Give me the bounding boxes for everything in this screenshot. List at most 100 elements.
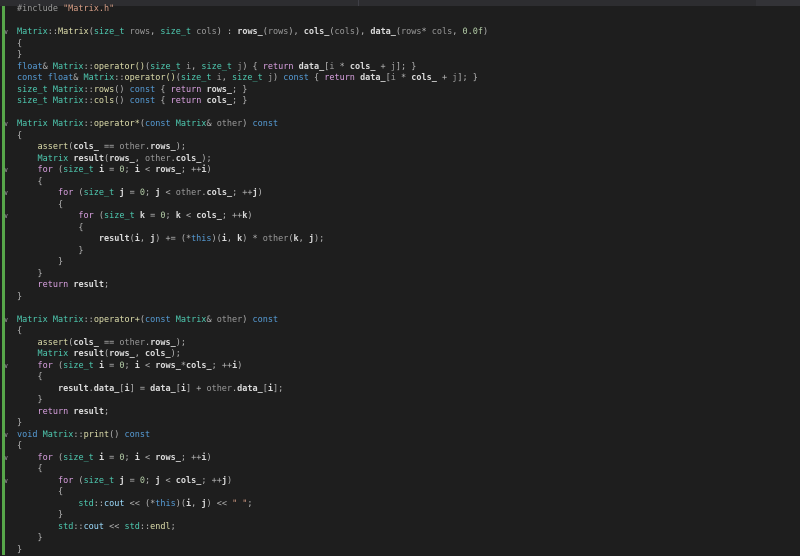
code-line[interactable]: size_t Matrix::rows() const { return row… bbox=[0, 85, 800, 97]
code-token: return bbox=[171, 85, 202, 95]
code-line[interactable]: result.data_[i] = data_[i] + other.data_… bbox=[0, 384, 800, 396]
code-line[interactable]: Matrix result(rows_, cols_); bbox=[0, 349, 800, 361]
code-line[interactable]: ∨void Matrix::print() const bbox=[0, 430, 800, 442]
fold-chevron-icon[interactable]: ∨ bbox=[4, 188, 12, 200]
code-token: & bbox=[43, 62, 53, 72]
code-line[interactable]: ∨ for (size_t j = 0; j < cols_; ++j) bbox=[0, 476, 800, 488]
code-line[interactable] bbox=[0, 16, 800, 28]
fold-chevron-icon[interactable]: ∨ bbox=[4, 361, 12, 373]
code-token: const bbox=[130, 85, 156, 95]
code-line[interactable]: ∨ for (size_t k = 0; k < cols_; ++k) bbox=[0, 211, 800, 223]
code-line[interactable]: std::cout << std::endl; bbox=[0, 522, 800, 534]
fold-chevron-icon[interactable]: ∨ bbox=[4, 165, 12, 177]
code-token: for bbox=[58, 188, 73, 198]
code-line[interactable]: assert(cols_ == other.rows_); bbox=[0, 338, 800, 350]
code-line[interactable]: #include "Matrix.h" bbox=[0, 4, 800, 16]
code-token: result bbox=[73, 280, 104, 290]
code-token: size_t bbox=[17, 85, 48, 95]
fold-chevron-icon[interactable]: ∨ bbox=[4, 476, 12, 488]
code-line[interactable]: ∨ for (size_t i = 0; i < rows_*cols_; ++… bbox=[0, 361, 800, 373]
code-line[interactable]: { bbox=[0, 326, 800, 338]
code-line[interactable]: ∨ for (size_t i = 0; i < rows_; ++i) bbox=[0, 165, 800, 177]
code-line[interactable]: } bbox=[0, 257, 800, 269]
code-line[interactable]: ∨ for (size_t j = 0; j < other.cols_; ++… bbox=[0, 188, 800, 200]
code-line[interactable]: { bbox=[0, 464, 800, 476]
code-line[interactable]: } bbox=[0, 545, 800, 556]
code-line[interactable]: { bbox=[0, 39, 800, 51]
code-token: return bbox=[171, 96, 202, 106]
code-line[interactable]: ∨Matrix Matrix::operator*(const Matrix& … bbox=[0, 119, 800, 131]
code-token: result bbox=[73, 154, 104, 164]
code-line[interactable]: } bbox=[0, 246, 800, 258]
code-line[interactable]: { bbox=[0, 372, 800, 384]
code-line[interactable] bbox=[0, 303, 800, 315]
code-token: { bbox=[17, 372, 43, 382]
code-line[interactable]: } bbox=[0, 510, 800, 522]
code-token: } bbox=[17, 418, 22, 428]
code-token: return bbox=[263, 62, 294, 72]
code-token: data_ bbox=[237, 384, 263, 394]
code-editor[interactable]: #include "Matrix.h"∨Matrix::Matrix(size_… bbox=[0, 4, 800, 556]
code-line[interactable]: assert(cols_ == other.rows_); bbox=[0, 142, 800, 154]
code-line[interactable]: ∨Matrix Matrix::operator+(const Matrix& … bbox=[0, 315, 800, 327]
fold-chevron-icon[interactable]: ∨ bbox=[4, 119, 12, 131]
code-token: = bbox=[104, 361, 119, 371]
code-line[interactable]: } bbox=[0, 50, 800, 62]
fold-chevron-icon[interactable]: ∨ bbox=[4, 453, 12, 465]
code-line[interactable]: ∨Matrix::Matrix(size_t rows, size_t cols… bbox=[0, 27, 800, 39]
code-token: data_ bbox=[94, 384, 120, 394]
code-line[interactable]: { bbox=[0, 177, 800, 189]
code-line[interactable]: { bbox=[0, 200, 800, 212]
code-token: return bbox=[37, 280, 68, 290]
fold-chevron-icon[interactable]: ∨ bbox=[4, 315, 12, 327]
code-line[interactable]: const float& Matrix::operator()(size_t i… bbox=[0, 73, 800, 85]
fold-chevron-icon[interactable]: ∨ bbox=[4, 211, 12, 223]
code-token: " " bbox=[232, 499, 247, 509]
code-line[interactable]: } bbox=[0, 533, 800, 545]
code-token: size_t bbox=[63, 361, 94, 371]
code-token: :: bbox=[73, 430, 83, 440]
code-token: ; } bbox=[232, 96, 247, 106]
code-token: cols_ bbox=[206, 96, 232, 106]
code-token: , bbox=[222, 73, 232, 83]
code-line[interactable]: size_t Matrix::cols() const { return col… bbox=[0, 96, 800, 108]
code-token: } bbox=[17, 50, 22, 60]
code-line[interactable]: return result; bbox=[0, 407, 800, 419]
code-token: ); bbox=[171, 349, 181, 359]
code-token: ) bbox=[273, 73, 283, 83]
code-token bbox=[17, 280, 37, 290]
code-line[interactable]: } bbox=[0, 269, 800, 281]
code-line[interactable]: } bbox=[0, 395, 800, 407]
code-line[interactable]: return result; bbox=[0, 280, 800, 292]
code-line[interactable]: ∨ for (size_t i = 0; i < rows_; ++i) bbox=[0, 453, 800, 465]
fold-chevron-icon[interactable]: ∨ bbox=[4, 27, 12, 39]
fold-chevron-icon[interactable]: ∨ bbox=[4, 430, 12, 442]
code-token: Matrix bbox=[37, 349, 68, 359]
code-line[interactable]: { bbox=[0, 487, 800, 499]
code-token: rows_ bbox=[206, 85, 232, 95]
code-token bbox=[17, 499, 78, 509]
code-line[interactable]: } bbox=[0, 292, 800, 304]
code-token: :: bbox=[84, 96, 94, 106]
code-token: ; bbox=[145, 188, 155, 198]
code-token: ] + bbox=[186, 384, 206, 394]
code-token: size_t bbox=[201, 62, 232, 72]
code-line[interactable]: } bbox=[0, 418, 800, 430]
code-token: ; bbox=[165, 211, 175, 221]
code-token: Matrix bbox=[53, 315, 84, 325]
code-token: return bbox=[324, 73, 355, 83]
code-line[interactable]: result(i, j) += (*this)(i, k) * other(k,… bbox=[0, 234, 800, 246]
code-token bbox=[17, 142, 37, 152]
code-token: data_ bbox=[360, 73, 386, 83]
code-token: size_t bbox=[84, 188, 115, 198]
code-line[interactable]: float& Matrix::operator()(size_t i, size… bbox=[0, 62, 800, 74]
code-token: cols_ bbox=[196, 211, 222, 221]
code-line[interactable]: { bbox=[0, 223, 800, 235]
code-token: == bbox=[99, 338, 119, 348]
code-line[interactable] bbox=[0, 108, 800, 120]
code-line[interactable]: { bbox=[0, 441, 800, 453]
code-token: const bbox=[130, 96, 156, 106]
code-line[interactable]: std::cout << (*this)(i, j) << " "; bbox=[0, 499, 800, 511]
code-line[interactable]: Matrix result(rows_, other.cols_); bbox=[0, 154, 800, 166]
code-line[interactable]: { bbox=[0, 131, 800, 143]
